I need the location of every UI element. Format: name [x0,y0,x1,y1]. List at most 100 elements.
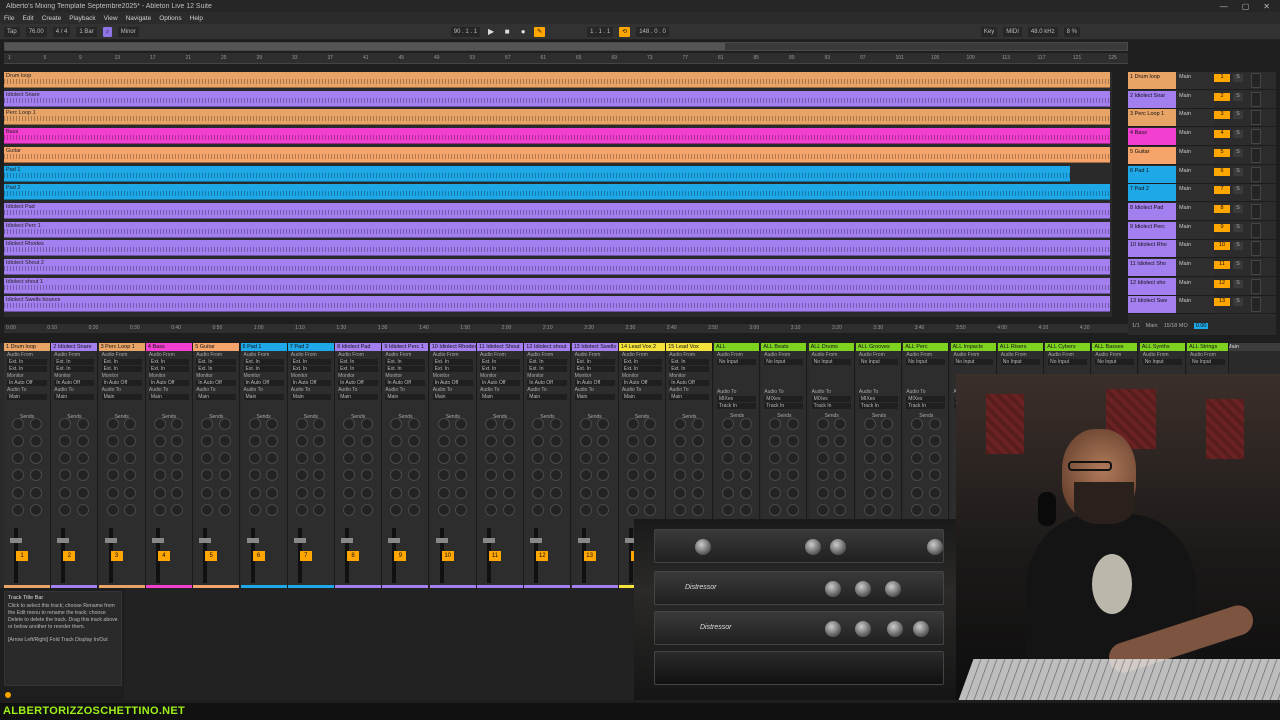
send-knob[interactable] [106,418,119,430]
send-knob[interactable] [106,469,119,482]
track-title[interactable]: 5 Guitar [1128,146,1176,164]
audio-to-select[interactable]: MIXes [764,396,804,402]
group-title[interactable]: ALL Beats [761,343,807,351]
send-knob[interactable] [691,469,704,482]
send-knob[interactable] [502,418,515,430]
send-knob[interactable] [549,503,562,516]
send-knob[interactable] [201,469,214,482]
send-knob[interactable] [881,418,894,430]
send-knob[interactable] [59,418,72,430]
loop-length-field[interactable]: 148 . 0 . 0 [636,26,669,37]
send-knob[interactable] [691,503,704,516]
send-knob[interactable] [644,503,657,516]
monitor-switch[interactable]: In Auto Off [527,380,568,386]
audio-to-select[interactable]: MIXes [858,396,898,402]
send-knob[interactable] [313,469,326,482]
send-knob[interactable] [502,486,515,499]
send-knob[interactable] [928,469,941,482]
send-knob[interactable] [911,435,924,448]
track-output[interactable]: Main [1176,165,1214,183]
monitor-switch[interactable]: In Auto Off [290,380,331,386]
send-knob[interactable] [437,486,450,499]
channel-select[interactable]: Ext. In [527,366,568,372]
send-knob[interactable] [153,418,166,430]
send-knob[interactable] [390,435,403,448]
send-knob[interactable] [266,486,278,499]
monitor-switch[interactable]: In Auto Off [243,380,284,386]
send-knob[interactable] [407,418,420,430]
send-knob[interactable] [644,418,657,430]
strip-title[interactable]: 7 Pad 2 [287,343,334,351]
audio-from-select[interactable]: No Input [764,359,804,365]
channel-select[interactable]: Ext. In [7,366,47,372]
send-knob[interactable] [343,435,356,448]
track-clip[interactable]: Idiolect Perc 1 [4,221,1110,238]
send-knob[interactable] [390,486,403,499]
audio-from-select[interactable]: No Input [1142,359,1182,365]
send-knob[interactable] [59,486,72,499]
send-knob[interactable] [626,486,639,499]
send-knob[interactable] [881,486,894,499]
volume-fader-cap[interactable] [341,538,354,543]
track-title[interactable]: 7 Pad 2 [1128,184,1176,202]
track-title[interactable]: 8 Idiolect Pad [1128,202,1176,220]
send-knob[interactable] [407,435,420,448]
track-in-select[interactable]: Track In [764,403,804,409]
track-output[interactable]: Main [1176,128,1214,146]
solo-button[interactable]: S [1233,148,1243,157]
minimize-button[interactable]: — [1220,2,1228,11]
track-output[interactable]: Main [1176,296,1214,314]
track-activator-button[interactable]: 5 [1214,148,1230,157]
send-knob[interactable] [360,452,373,465]
solo-button[interactable]: S [1233,204,1243,213]
send-knob[interactable] [626,435,639,448]
audio-from-select[interactable]: Ext. In [243,359,284,365]
audio-to-select[interactable]: Main [196,394,237,400]
send-knob[interactable] [76,452,89,465]
send-knob[interactable] [485,469,497,482]
send-knob[interactable] [881,435,894,448]
track-activator-button[interactable]: 11 [489,551,501,561]
audio-from-select[interactable]: No Input [1000,359,1040,365]
send-knob[interactable] [76,435,89,448]
send-knob[interactable] [786,469,799,482]
track-header[interactable]: 5 Guitar Main 5 S [1128,146,1276,165]
track-output[interactable]: Main [1176,221,1214,239]
overview-visible-region[interactable] [5,43,725,50]
send-knob[interactable] [76,469,89,482]
volume-fader-cap[interactable] [530,538,543,543]
send-knob[interactable] [722,452,734,465]
channel-select[interactable]: Ext. In [101,366,142,372]
track-clip[interactable]: Perc Loop 1 [4,109,1110,126]
track-output[interactable]: Main [1176,259,1214,276]
send-knob[interactable] [360,486,373,499]
audio-from-select[interactable]: Ext. In [621,359,662,365]
send-knob[interactable] [455,503,468,516]
send-knob[interactable] [816,503,829,516]
track-clip[interactable]: Idiolect Swells bounce [4,296,1110,313]
send-knob[interactable] [455,418,468,430]
send-knob[interactable] [722,503,734,516]
audio-to-select[interactable]: MIXes [717,396,756,402]
send-knob[interactable] [863,418,876,430]
send-knob[interactable] [171,452,184,465]
volume-fader-cap[interactable] [199,538,212,543]
solo-button[interactable]: S [1233,92,1243,101]
solo-button[interactable]: S [1233,130,1243,139]
send-knob[interactable] [343,503,356,516]
send-knob[interactable] [626,418,639,430]
channel-select[interactable]: Ext. In [621,366,662,372]
send-knob[interactable] [455,486,468,499]
audio-to-select[interactable]: Main [290,394,331,400]
send-knob[interactable] [674,503,687,516]
send-knob[interactable] [626,452,639,465]
track-header[interactable]: 8 Idiolect Pad Main 8 S [1128,202,1276,221]
send-knob[interactable] [834,486,847,499]
track-title[interactable]: 6 Pad 1 [1128,165,1176,183]
send-knob[interactable] [218,486,231,499]
audio-to-select[interactable]: Main [101,394,142,400]
send-knob[interactable] [59,469,72,482]
send-knob[interactable] [549,435,562,448]
volume-fader-cap[interactable] [57,538,70,543]
stop-icon[interactable]: ■ [502,27,512,37]
